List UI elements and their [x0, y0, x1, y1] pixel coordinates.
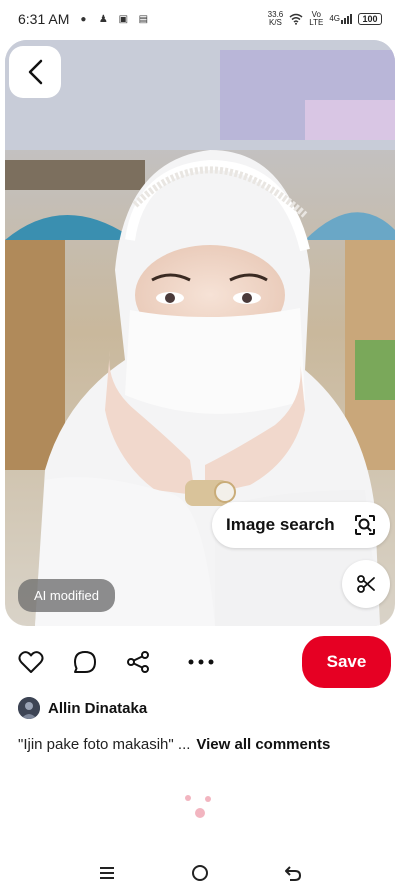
- action-row: Save: [0, 635, 400, 689]
- volte-bottom: LTE: [309, 18, 324, 27]
- save-button[interactable]: Save: [302, 636, 391, 688]
- status-right: 33.6 K/S Vo LTE 4G 100: [268, 11, 382, 27]
- system-back-button[interactable]: [278, 858, 308, 888]
- like-button[interactable]: [16, 647, 46, 677]
- loading-indicator: [185, 795, 215, 821]
- ai-modified-badge[interactable]: AI modified: [18, 579, 115, 612]
- more-options-button[interactable]: [186, 647, 216, 677]
- avatar[interactable]: [18, 697, 40, 719]
- comment-preview[interactable]: "Ijin pake foto makasih" ... View all co…: [18, 736, 330, 753]
- comment-bubble-icon: [74, 651, 96, 673]
- comment-text: "Ijin pake foto makasih" ...: [18, 736, 191, 753]
- chevron-left-icon: [28, 59, 43, 85]
- back-button[interactable]: [9, 46, 61, 98]
- share-button[interactable]: [123, 647, 153, 677]
- lens-search-icon: [355, 515, 375, 535]
- recent-apps-button[interactable]: [92, 858, 122, 888]
- view-all-comments-link[interactable]: View all comments: [196, 736, 330, 753]
- net-speed-unit: K/S: [269, 18, 282, 27]
- loader-dot: [195, 808, 205, 818]
- comment-button[interactable]: [70, 647, 100, 677]
- back-arrow-icon: [285, 866, 302, 881]
- home-button[interactable]: [185, 858, 215, 888]
- status-left: 6:31 AM ● ♟ ▣ ▤: [18, 11, 149, 27]
- image-search-label: Image search: [226, 515, 335, 534]
- notification-file-icon: ▤: [138, 13, 149, 25]
- loader-dot: [205, 796, 211, 802]
- avatar-image: [18, 697, 40, 719]
- signal-label: 4G: [329, 14, 340, 23]
- notification-dot-icon: ●: [80, 13, 87, 25]
- notification-messages-icon: ▣: [118, 13, 129, 25]
- more-dots-icon: [188, 659, 214, 665]
- volte-label: Vo LTE: [309, 11, 323, 27]
- home-circle-icon: [191, 865, 208, 881]
- heart-icon: [18, 651, 44, 673]
- menu-lines-icon: [99, 867, 114, 879]
- notification-app-icon: ♟: [98, 13, 108, 25]
- author-name[interactable]: Allin Dinataka: [48, 700, 147, 717]
- battery-indicator: 100: [358, 13, 382, 25]
- status-time: 6:31 AM: [18, 11, 70, 27]
- signal-icon: 4G: [329, 14, 352, 24]
- status-bar: 6:31 AM ● ♟ ▣ ▤ 33.6 K/S Vo LTE 4G 100: [0, 0, 400, 38]
- system-nav-bar: [0, 855, 400, 891]
- author-row[interactable]: Allin Dinataka: [18, 697, 147, 719]
- scissors-icon: [357, 575, 375, 593]
- net-speed: 33.6 K/S: [268, 11, 284, 27]
- image-search-button[interactable]: Image search: [212, 502, 390, 548]
- loader-dot: [185, 795, 191, 801]
- wifi-icon: [289, 13, 303, 25]
- share-icon: [127, 651, 149, 673]
- crop-button[interactable]: [342, 560, 390, 608]
